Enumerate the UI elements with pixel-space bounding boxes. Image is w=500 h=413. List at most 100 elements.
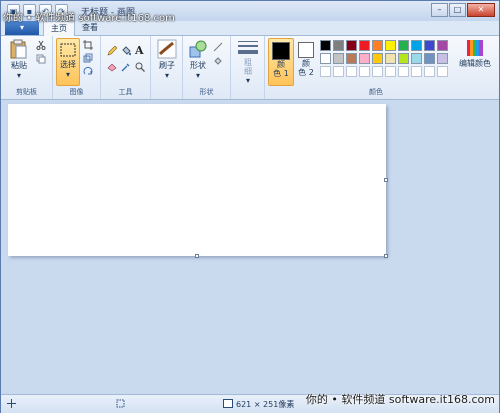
colors-group-label: 颜色 bbox=[369, 88, 383, 96]
caption-buttons: – □ ✕ bbox=[431, 3, 495, 17]
drawing-canvas[interactable] bbox=[8, 104, 386, 256]
clipboard-group-label: 剪贴板 bbox=[16, 88, 37, 96]
color-picker-icon[interactable] bbox=[121, 62, 131, 72]
canvas-size-icon bbox=[223, 399, 233, 408]
palette-swatch[interactable] bbox=[398, 66, 409, 77]
palette-swatch[interactable] bbox=[372, 40, 383, 51]
paste-dropdown-arrow[interactable]: ▾ bbox=[7, 71, 31, 81]
edit-colors-icon bbox=[467, 40, 483, 56]
outline-icon[interactable] bbox=[213, 42, 223, 52]
brushes-button[interactable]: 刷子 ▾ bbox=[155, 39, 179, 81]
paste-button[interactable]: 粘贴 ▾ bbox=[7, 39, 31, 81]
text-icon[interactable]: A bbox=[135, 44, 147, 57]
crop-icon[interactable] bbox=[83, 40, 93, 50]
pointer-position-icon bbox=[7, 399, 16, 408]
resize-handle-corner[interactable] bbox=[384, 254, 388, 258]
palette-swatch[interactable] bbox=[437, 53, 448, 64]
shapes-group-label: 形状 bbox=[199, 88, 214, 96]
palette-swatch[interactable] bbox=[333, 53, 344, 64]
palette-swatch[interactable] bbox=[424, 40, 435, 51]
tools-group-label: 工具 bbox=[118, 88, 133, 96]
color1-button[interactable]: 颜 色 1 bbox=[268, 38, 294, 86]
rotate-icon[interactable] bbox=[83, 66, 93, 76]
canvas-size-text: 621 × 251像素 bbox=[236, 400, 295, 409]
cut-icon[interactable] bbox=[36, 40, 46, 50]
palette-swatch[interactable] bbox=[385, 40, 396, 51]
palette-swatch[interactable] bbox=[320, 66, 331, 77]
palette-swatch[interactable] bbox=[359, 40, 370, 51]
palette-swatch[interactable] bbox=[359, 66, 370, 77]
select-label: 选择 bbox=[60, 60, 76, 69]
palette-swatch[interactable] bbox=[437, 40, 448, 51]
brush-icon bbox=[157, 39, 177, 59]
palette-swatch[interactable] bbox=[333, 66, 344, 77]
palette-swatch[interactable] bbox=[320, 53, 331, 64]
palette-swatch[interactable] bbox=[411, 66, 422, 77]
palette-swatch[interactable] bbox=[411, 53, 422, 64]
canvas-workspace bbox=[1, 100, 499, 394]
watermark-top: 你的 • 软件频道 software.it168.com bbox=[3, 13, 175, 24]
paste-icon bbox=[10, 39, 27, 59]
brushes-label: 刷子 bbox=[159, 61, 175, 70]
image-group-label: 图像 bbox=[69, 88, 84, 96]
color2-swatch bbox=[298, 42, 314, 58]
color2-button[interactable]: 颜 色 2 bbox=[295, 38, 317, 84]
maximize-button[interactable]: □ bbox=[449, 3, 466, 17]
selection-size-icon bbox=[116, 399, 125, 408]
palette-swatch[interactable] bbox=[398, 53, 409, 64]
ribbon: 粘贴 ▾ 剪贴板 选择 ▾ 图像 A 工具 刷子 ▾ 形状 ▾ 形状 粗 细 ▾… bbox=[1, 36, 499, 100]
palette-swatch[interactable] bbox=[346, 66, 357, 77]
edit-colors-label: 编辑颜色 bbox=[459, 59, 491, 68]
palette-swatch[interactable] bbox=[424, 66, 435, 77]
palette-swatch[interactable] bbox=[320, 40, 331, 51]
line-width-icon bbox=[238, 41, 258, 54]
paste-label: 粘贴 bbox=[11, 61, 27, 70]
palette-swatch[interactable] bbox=[346, 53, 357, 64]
palette-swatch[interactable] bbox=[385, 53, 396, 64]
size-dropdown-arrow[interactable]: ▾ bbox=[236, 76, 260, 86]
minimize-button[interactable]: – bbox=[431, 3, 448, 17]
palette-swatch[interactable] bbox=[359, 53, 370, 64]
select-dropdown-arrow[interactable]: ▾ bbox=[57, 70, 79, 80]
image-group: 选择 ▾ 图像 bbox=[53, 36, 101, 99]
palette-swatch[interactable] bbox=[372, 66, 383, 77]
size-group: 粗 细 ▾ bbox=[231, 36, 265, 99]
resize-handle-right[interactable] bbox=[384, 178, 388, 182]
size-label: 粗 细 bbox=[244, 58, 252, 76]
color1-swatch bbox=[272, 42, 290, 60]
palette-swatch[interactable] bbox=[398, 40, 409, 51]
shapes-group: 形状 ▾ 形状 bbox=[183, 36, 231, 99]
clipboard-group: 粘贴 ▾ 剪贴板 bbox=[1, 36, 53, 99]
palette-swatch[interactable] bbox=[333, 40, 344, 51]
select-rectangle-icon bbox=[60, 43, 76, 57]
palette-swatch[interactable] bbox=[346, 40, 357, 51]
shapes-label: 形状 bbox=[190, 61, 206, 70]
shapes-button[interactable]: 形状 ▾ bbox=[186, 39, 210, 81]
copy-icon[interactable] bbox=[36, 54, 46, 64]
edit-colors-button[interactable]: 编辑颜色 bbox=[453, 39, 497, 69]
palette-swatch[interactable] bbox=[424, 53, 435, 64]
brushes-dropdown-arrow[interactable]: ▾ bbox=[155, 71, 179, 81]
palette-swatch[interactable] bbox=[411, 40, 422, 51]
watermark-bottom: 你的 • 软件频道 software.it168.com bbox=[305, 393, 495, 406]
color1-label: 颜 色 1 bbox=[273, 60, 289, 78]
select-button[interactable]: 选择 ▾ bbox=[56, 38, 80, 86]
close-button[interactable]: ✕ bbox=[467, 3, 495, 17]
palette-swatch[interactable] bbox=[385, 66, 396, 77]
palette-swatch[interactable] bbox=[437, 66, 448, 77]
shapes-dropdown-arrow[interactable]: ▾ bbox=[186, 71, 210, 81]
palette-swatch[interactable] bbox=[372, 53, 383, 64]
color-palette bbox=[320, 40, 448, 77]
magnifier-icon[interactable] bbox=[135, 62, 145, 72]
fill-shape-icon[interactable] bbox=[213, 56, 223, 66]
size-button[interactable]: 粗 细 ▾ bbox=[236, 40, 260, 86]
shapes-icon bbox=[189, 40, 207, 58]
tools-group: A 工具 bbox=[101, 36, 151, 99]
paint-window: ▣ ▪ ↶ ↷ 无标题 - 画图 – □ ✕ ▾ 主页 查看 粘贴 ▾ 剪贴板 … bbox=[0, 0, 500, 413]
resize-handle-bottom[interactable] bbox=[195, 254, 199, 258]
resize-icon[interactable] bbox=[83, 53, 93, 63]
fill-icon[interactable] bbox=[121, 46, 131, 56]
eraser-icon[interactable] bbox=[107, 62, 117, 72]
pencil-icon[interactable] bbox=[107, 46, 117, 56]
brushes-group: 刷子 ▾ bbox=[151, 36, 183, 99]
